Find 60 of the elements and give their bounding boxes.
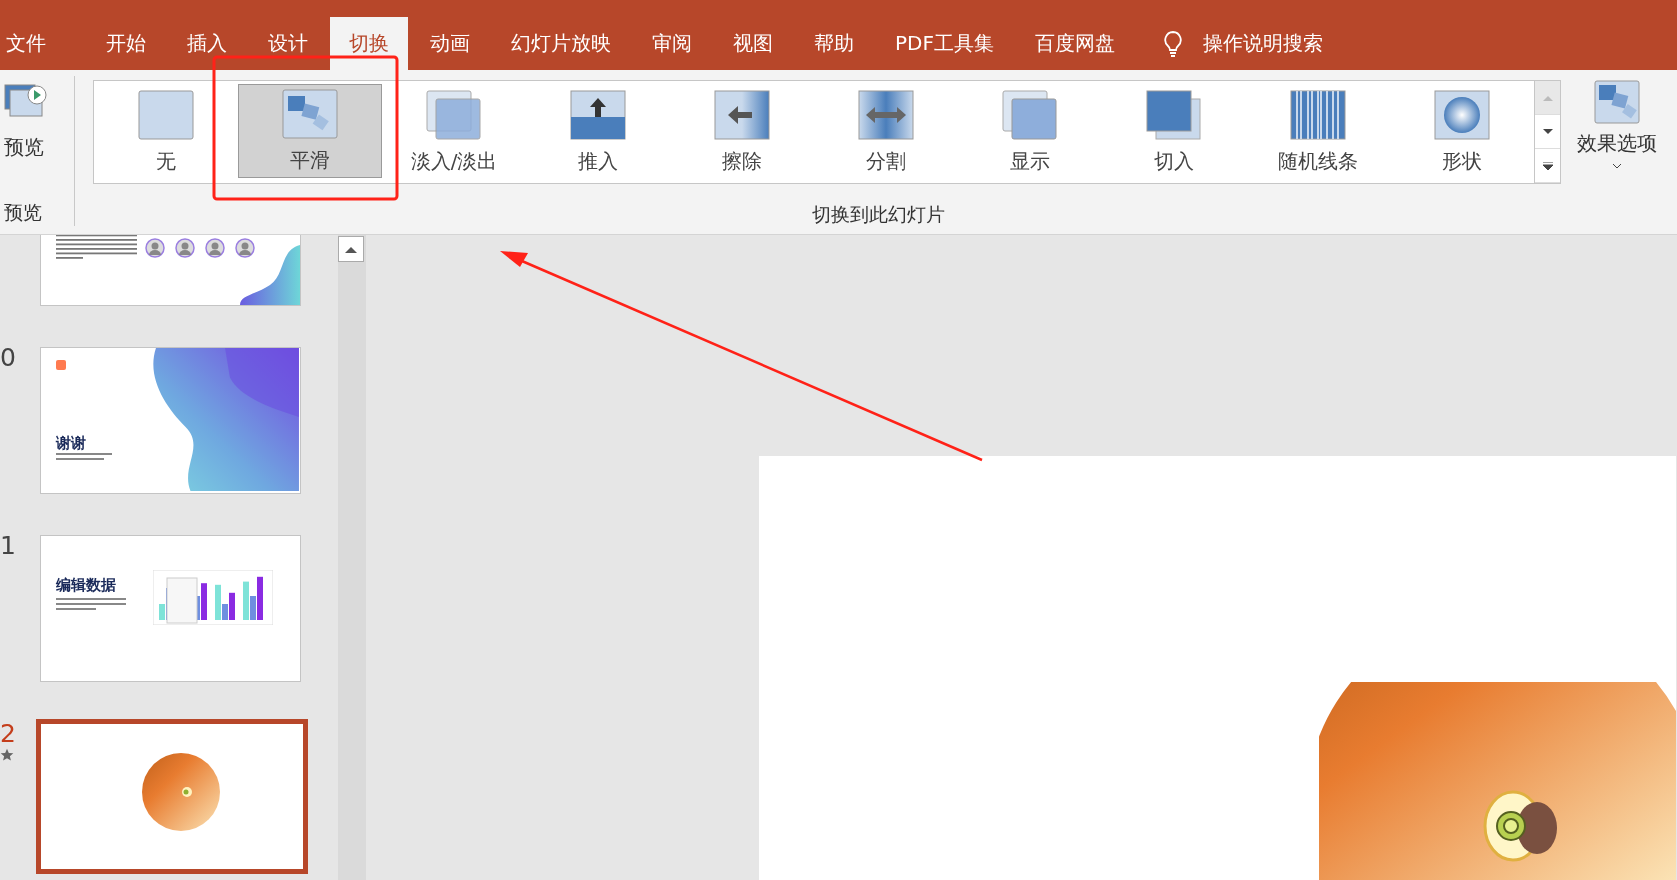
transition-option[interactable]: 切入 xyxy=(1102,81,1246,183)
lightbulb-icon xyxy=(1162,30,1183,58)
transition-option[interactable]: 随机线条 xyxy=(1246,81,1390,183)
cut-transition-icon xyxy=(1146,89,1202,140)
tell-me-search[interactable]: 操作说明搜索 xyxy=(1202,17,1323,70)
slide-thumbnail[interactable]: 谢谢 xyxy=(40,347,301,494)
transition-option[interactable]: 平滑 xyxy=(238,84,382,178)
group-label: 预览 xyxy=(3,200,43,225)
avatar-icon xyxy=(235,238,255,258)
wave-drawing xyxy=(240,245,300,305)
group-label: 切换到此幻灯片 xyxy=(810,202,945,227)
text-lines-drawing xyxy=(56,598,126,612)
up-arrow-icon xyxy=(345,245,357,253)
avatar-icon xyxy=(145,238,165,258)
slide-title: 编辑数据 xyxy=(56,576,116,595)
slide-number: 0 xyxy=(0,345,16,370)
caret-icon xyxy=(1612,163,1622,169)
ribbon-tab[interactable]: 审阅 xyxy=(633,17,711,70)
slide-thumbnail[interactable] xyxy=(36,719,308,874)
slide-number: 1 xyxy=(0,533,16,558)
bars-transition-icon xyxy=(1290,89,1346,140)
ribbon-tab[interactable]: 开始 xyxy=(87,17,165,70)
ribbon-tab[interactable]: 切换 xyxy=(330,17,408,70)
transition-option[interactable]: 显示 xyxy=(958,81,1102,183)
transition-option[interactable]: 无 xyxy=(94,81,238,183)
avatar-icon xyxy=(175,238,195,258)
fade-transition-icon xyxy=(426,89,482,140)
ribbon-tab[interactable]: 视图 xyxy=(714,17,792,70)
transition-option[interactable]: 淡入/淡出 xyxy=(382,81,526,183)
down-arrow-icon xyxy=(1542,127,1553,136)
logo-icon xyxy=(56,360,66,370)
preview-button[interactable]: 预览 xyxy=(0,76,74,161)
push-transition-icon xyxy=(570,89,626,140)
scroll-up-button[interactable] xyxy=(338,236,364,262)
transition-option[interactable]: 形状 xyxy=(1390,81,1534,183)
ribbon-tab[interactable]: 百度网盘 xyxy=(1015,17,1134,70)
ribbon-tab[interactable]: 插入 xyxy=(168,17,246,70)
transition-option[interactable]: 分割 xyxy=(814,81,958,183)
up-arrow-icon xyxy=(1542,93,1553,102)
slide-thumbnail[interactable]: 编辑数据 xyxy=(40,535,301,682)
more-arrow-icon xyxy=(1542,161,1553,170)
effect-options-button[interactable]: 效果选项 xyxy=(1571,80,1663,184)
ribbon-tab[interactable]: 动画 xyxy=(411,17,489,70)
transition-option[interactable]: 擦除 xyxy=(670,81,814,183)
ribbon-tab[interactable]: 文件 xyxy=(0,17,65,70)
transition-option[interactable]: 推入 xyxy=(526,81,670,183)
slide-number: 2 xyxy=(0,721,16,746)
reveal-transition-icon xyxy=(1002,89,1058,140)
shape-transition-icon xyxy=(1434,89,1490,140)
wipe-transition-icon xyxy=(714,89,770,140)
ribbon-tab[interactable]: 帮助 xyxy=(795,17,873,70)
ribbon-tab[interactable]: 幻灯片放映 xyxy=(492,17,630,70)
ribbon-tab[interactable]: PDF工具集 xyxy=(876,17,1013,70)
ribbon-tab[interactable]: 设计 xyxy=(249,17,327,70)
none-transition-icon xyxy=(138,89,194,140)
slide-title: 谢谢 xyxy=(56,434,86,453)
effect-options-icon xyxy=(1594,80,1640,124)
split-transition-icon xyxy=(858,89,914,140)
avatar-icon xyxy=(205,238,225,258)
morph-transition-icon xyxy=(282,88,338,139)
